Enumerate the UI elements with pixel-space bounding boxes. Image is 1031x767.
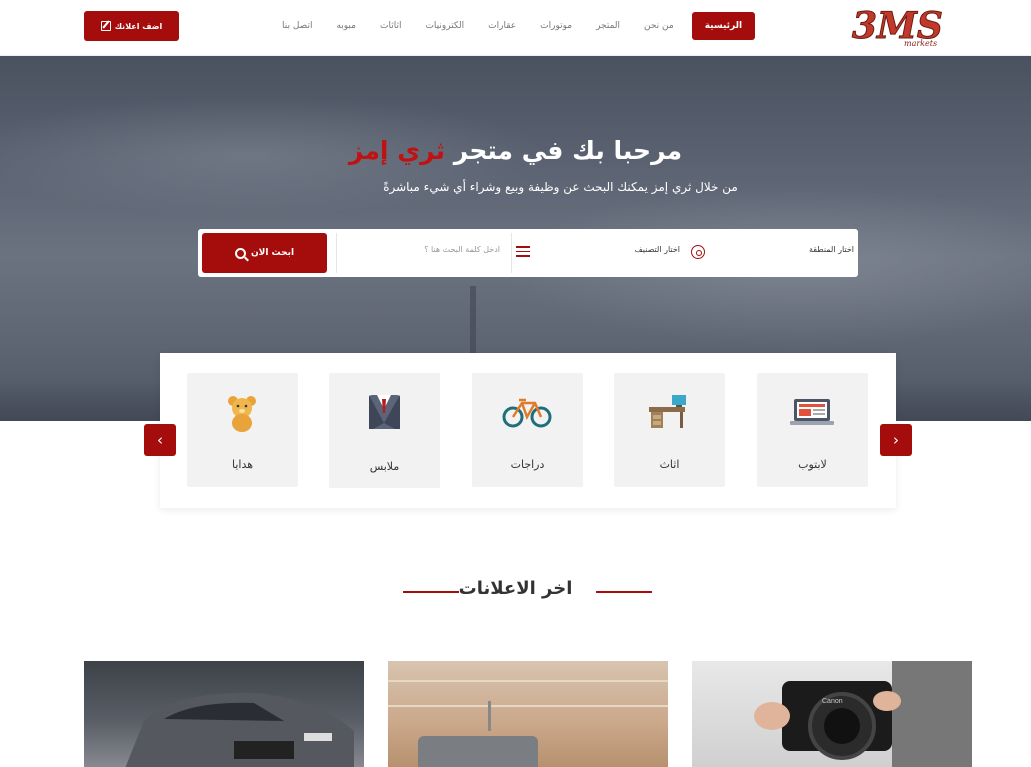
- search-bar: ابحث الان ادخل كلمة البحث هنا ؟ اختار ال…: [198, 229, 858, 277]
- hero-title: مرحبا بك في متجر ثري إمز: [348, 136, 683, 165]
- category-label: اثاث: [659, 458, 680, 471]
- menu-item-classifieds[interactable]: مبوبه: [324, 13, 368, 39]
- menu-item-store[interactable]: المتجر: [584, 13, 632, 39]
- add-ad-button[interactable]: اضف اعلانك: [84, 11, 179, 41]
- main-menu: الرئيسية من نحن المتجر موتورات عقارات ال…: [270, 12, 756, 40]
- menu-item-realestate[interactable]: عقارات: [476, 13, 528, 39]
- list-icon: [516, 246, 530, 258]
- category-card-bikes[interactable]: دراجات: [472, 373, 583, 487]
- menu-item-contact[interactable]: اتصل بنا: [270, 13, 324, 39]
- category-label: ملابس: [369, 460, 400, 473]
- svg-text:Canon: Canon: [822, 698, 843, 705]
- teddy-bear-icon: [228, 396, 256, 432]
- category-label: لابتوب: [798, 458, 827, 471]
- site-logo[interactable]: 3MS markets: [848, 4, 958, 50]
- menu-item-home[interactable]: الرئيسية: [691, 12, 756, 40]
- logo-subtext: markets: [904, 39, 937, 48]
- category-card-laptop[interactable]: لابتوب: [757, 373, 868, 487]
- car-image: [125, 692, 354, 767]
- category-card-clothes[interactable]: ملابس: [329, 373, 440, 488]
- camera-image: Canon: [754, 661, 972, 767]
- menu-item-furniture[interactable]: اثاثات: [368, 13, 413, 39]
- top-navbar: اضف اعلانك الرئيسية من نحن المتجر موتورا…: [0, 0, 1031, 56]
- hero-brand: ثري إمز: [348, 136, 446, 165]
- search-button-label: ابحث الان: [250, 248, 295, 258]
- ad-image-car[interactable]: [84, 661, 364, 767]
- chevron-right-icon: ›: [893, 431, 899, 449]
- keyword-input[interactable]: ادخل كلمة البحث هنا ؟: [348, 245, 500, 254]
- ad-image-camera[interactable]: Canon: [692, 661, 972, 767]
- menu-item-about[interactable]: من نحن: [632, 13, 686, 39]
- category-card-gifts[interactable]: هدايا: [187, 373, 298, 487]
- region-select[interactable]: اختار المنطقة: [768, 245, 854, 254]
- latest-ads-title: اخر الاعلانات: [458, 578, 573, 599]
- category-card-furniture[interactable]: اثاث: [614, 373, 725, 487]
- suit-icon: [369, 395, 400, 429]
- add-ad-label: اضف اعلانك: [114, 21, 163, 31]
- desk-icon: [649, 395, 686, 428]
- search-icon: [234, 247, 246, 259]
- laptop-desk-image: [388, 680, 668, 767]
- category-select[interactable]: اختار التصنيف: [598, 245, 680, 254]
- ad-image-laptop[interactable]: [388, 661, 668, 767]
- category-label: دراجات: [510, 458, 545, 471]
- title-divider-right: [596, 591, 652, 593]
- search-button[interactable]: ابحث الان: [202, 233, 327, 273]
- carousel-next-button[interactable]: ›: [880, 424, 912, 456]
- target-icon: [691, 245, 705, 259]
- category-label: هدايا: [231, 458, 254, 471]
- hero-subtitle: من خلال ثري إمز يمكنك البحث عن وظيفة وبي…: [383, 180, 738, 194]
- laptop-icon: [790, 399, 834, 425]
- chevron-left-icon: ‹: [157, 431, 163, 449]
- menu-item-motors[interactable]: موتورات: [528, 13, 584, 39]
- bicycle-icon: [502, 398, 552, 428]
- carousel-prev-button[interactable]: ‹: [144, 424, 176, 456]
- category-carousel: هدايا ملابس دراجات اثاث لابتوب: [160, 353, 896, 508]
- menu-item-electronics[interactable]: الكترونيات: [413, 13, 476, 39]
- edit-icon: [100, 21, 111, 31]
